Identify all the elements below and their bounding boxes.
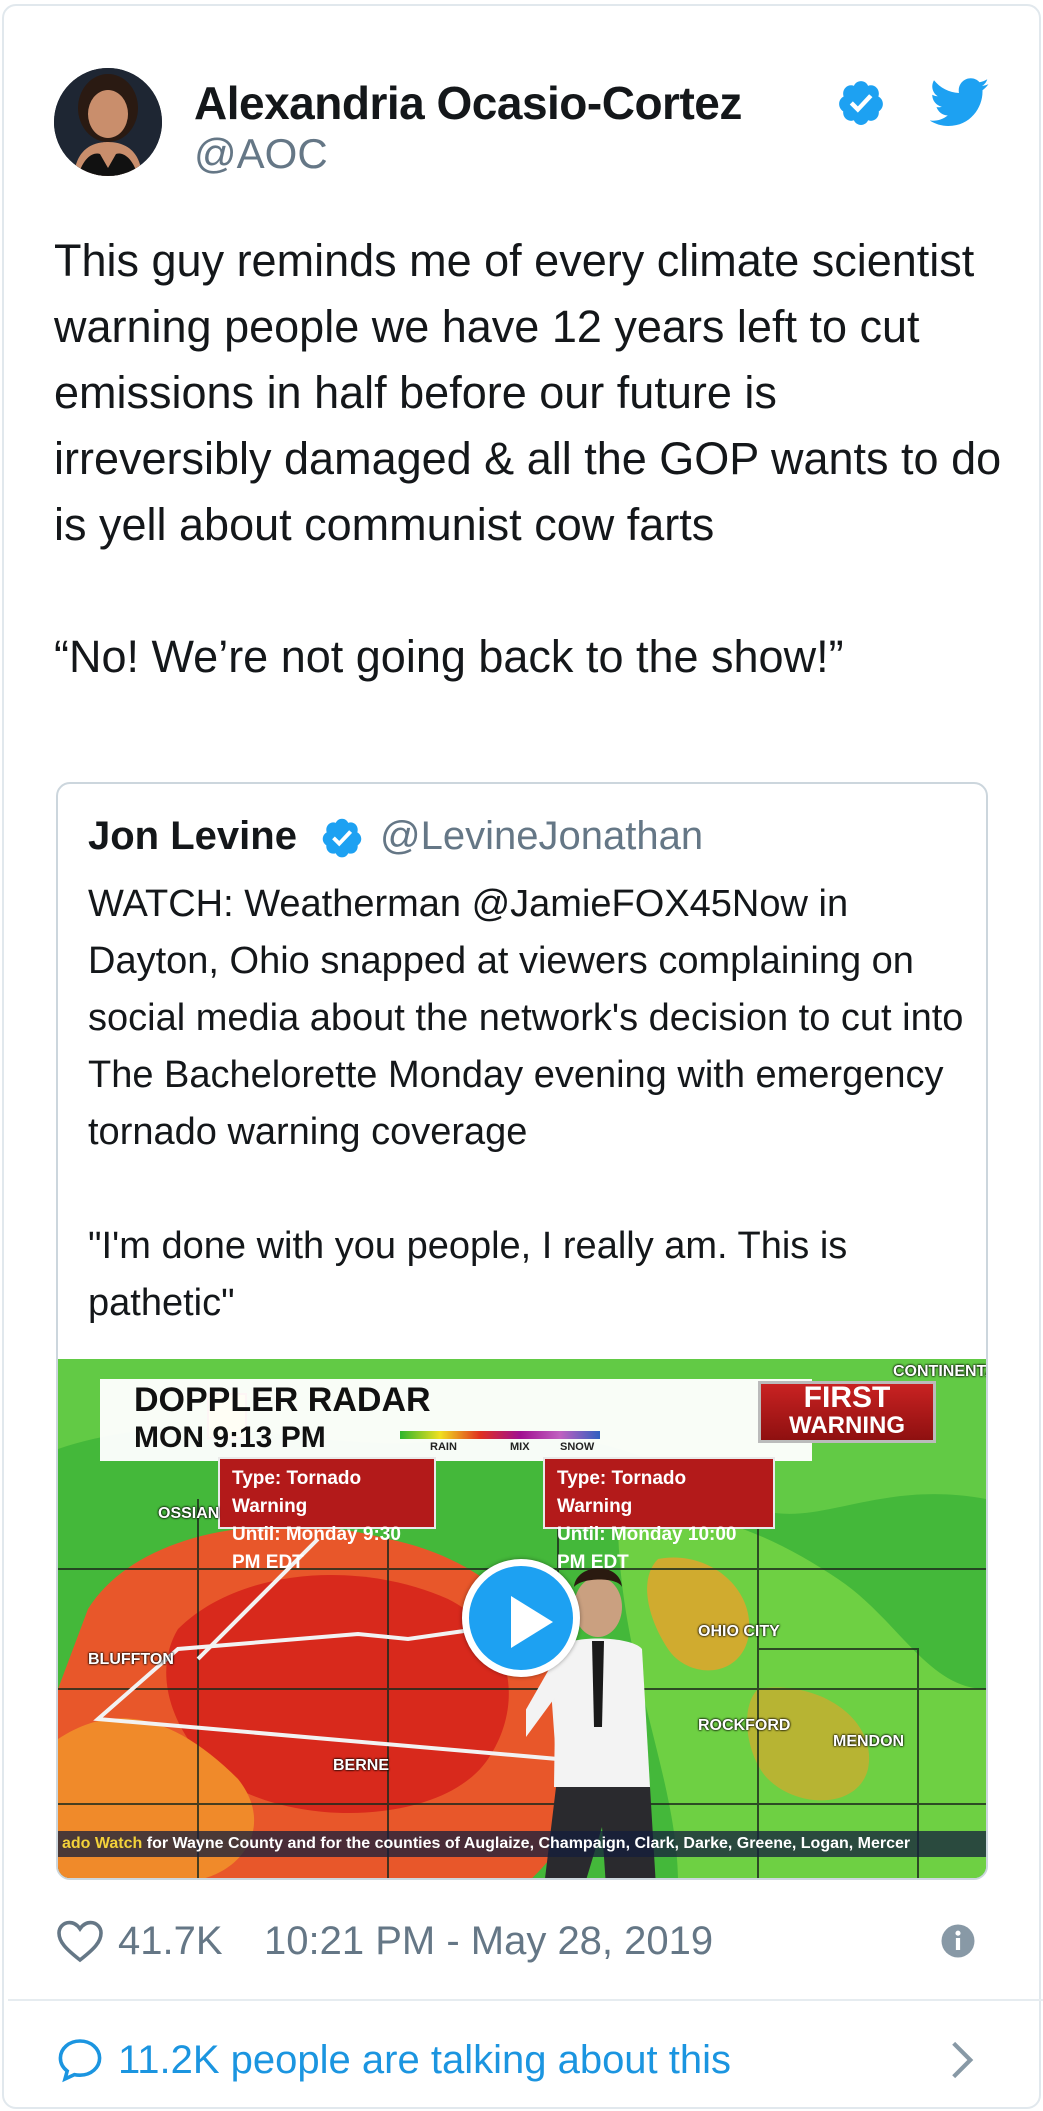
twitter-bird-icon[interactable]	[930, 78, 990, 128]
precip-legend	[400, 1431, 600, 1439]
divider	[8, 1999, 1043, 2001]
news-ticker: ado Watch for Wayne County and for the c…	[58, 1831, 986, 1857]
town-label: BERNE	[333, 1757, 390, 1774]
warning-until: Until: Monday 9:30 PM EDT	[232, 1524, 401, 1573]
warning-type: Type: Tornado Warning	[557, 1468, 687, 1517]
ticker-highlight: ado Watch	[62, 1835, 143, 1852]
chevron-right-icon[interactable]	[947, 2040, 977, 2080]
quoted-tweet-text: WATCH: Weatherman @JamieFOX45Now in Dayt…	[88, 883, 964, 1324]
heart-icon[interactable]	[56, 1919, 104, 1963]
town-label: ROCKFORD	[698, 1717, 791, 1734]
banner-title: DOPPLER RADAR	[134, 1381, 431, 1419]
speech-bubble-icon	[58, 2039, 102, 2083]
like-count[interactable]: 41.7K	[118, 1919, 223, 1964]
first-warning-badge: FIRST WARNING	[758, 1381, 936, 1443]
conversation-link[interactable]: 11.2K people are talking about this	[54, 2030, 994, 2090]
legend-mix: MIX	[510, 1441, 530, 1453]
radar-banner: DOPPLER RADAR MON 9:13 PM RAIN MIX SNOW	[100, 1379, 812, 1461]
tornado-warning-box: Type: Tornado Warning Until: Monday 9:30…	[218, 1457, 436, 1573]
play-icon[interactable]	[462, 1559, 580, 1677]
town-label: CONTINENTAL	[893, 1363, 986, 1380]
town-label: OHIO CITY	[698, 1623, 780, 1640]
author-handle[interactable]: @AOC	[194, 130, 328, 178]
verified-badge-icon	[322, 818, 362, 858]
warning-type: Type: Tornado Warning	[232, 1468, 362, 1517]
first-warning-line1: FIRST	[803, 1381, 891, 1414]
tweet-timestamp[interactable]: 10:21 PM - May 28, 2019	[264, 1919, 713, 1964]
avatar[interactable]	[54, 68, 162, 176]
first-warning-line2: WARNING	[789, 1412, 905, 1439]
tornado-warning-box: Type: Tornado Warning Until: Monday 10:0…	[543, 1457, 775, 1573]
quoted-author-handle[interactable]: @LevineJonathan	[380, 814, 703, 859]
tweet-card: Alexandria Ocasio-Cortez @AOC This guy r…	[2, 4, 1043, 2109]
tweet-header: Alexandria Ocasio-Cortez @AOC	[54, 68, 994, 182]
ticker-text: for Wayne County and for the counties of…	[142, 1835, 911, 1852]
town-label: MENDON	[833, 1733, 905, 1750]
quoted-tweet[interactable]: Jon Levine @LevineJonathan WATCH: Weathe…	[56, 782, 988, 1880]
author-name[interactable]: Alexandria Ocasio-Cortez	[194, 76, 742, 130]
quoted-author-name[interactable]: Jon Levine	[88, 814, 297, 859]
verified-badge-icon	[839, 81, 883, 125]
tweet-text: This guy reminds me of every climate sci…	[54, 235, 1002, 682]
legend-rain: RAIN	[430, 1441, 457, 1453]
legend-snow: SNOW	[560, 1441, 595, 1453]
town-label: BLUFFTON	[88, 1651, 174, 1668]
tweet-meta: 41.7K 10:21 PM - May 28, 2019	[54, 1911, 994, 1971]
video-player[interactable]: DOPPLER RADAR MON 9:13 PM RAIN MIX SNOW …	[58, 1359, 986, 1878]
town-label: OSSIAN	[158, 1505, 220, 1522]
info-icon[interactable]	[940, 1923, 976, 1959]
banner-time: MON 9:13 PM	[134, 1421, 326, 1454]
talking-count-text[interactable]: 11.2K people are talking about this	[118, 2038, 731, 2083]
